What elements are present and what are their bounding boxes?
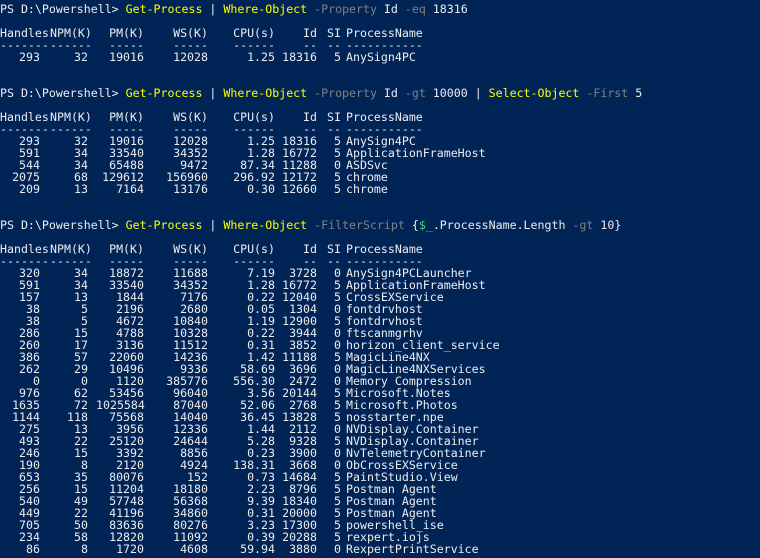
table-row-handles-cell: 293 bbox=[19, 50, 40, 64]
table-row-name-cell: RexpertPrintService bbox=[346, 542, 479, 556]
prompt: PS D:\Powershell> bbox=[0, 86, 126, 100]
table-row-pm-cell: 7164 bbox=[116, 182, 144, 196]
table-row: 86 8 1720 4608 59.94 3880 0 RexpertPrintService bbox=[0, 543, 760, 555]
table-row-cpu-cell: 1.25 bbox=[247, 50, 275, 64]
command-token-plain: { bbox=[404, 218, 419, 232]
table-row-cpu-cell: 0.30 bbox=[247, 182, 275, 196]
command-token-plain: Id bbox=[376, 86, 405, 100]
table-row-npm-cell: 32 bbox=[74, 50, 88, 64]
powershell-console[interactable]: PS D:\Powershell> Get-Process | Where-Ob… bbox=[0, 0, 760, 558]
command-token-cmd: Get-Process bbox=[125, 218, 203, 232]
prompt: PS D:\Powershell> bbox=[0, 2, 126, 16]
command-token-param: -gt bbox=[404, 86, 426, 100]
command-token-param: -Property bbox=[314, 86, 377, 100]
table-row-npm-cell: 8 bbox=[81, 542, 88, 556]
table-row: 209 13 7164 13176 0.30 12660 5 chrome bbox=[0, 183, 760, 195]
table-row-handles-cell: 209 bbox=[19, 182, 40, 196]
command-line[interactable]: PS D:\Powershell> Get-Process | Where-Ob… bbox=[0, 87, 760, 99]
command-token-plain: .ProcessName.Length bbox=[432, 218, 573, 232]
command-token-param: -Property bbox=[314, 2, 377, 16]
table-row-ws-cell: 13176 bbox=[173, 182, 208, 196]
table-row-id-cell: 12660 bbox=[282, 182, 317, 196]
command-token-cmd: Get-Process bbox=[125, 86, 203, 100]
command-token-cmd: Where-Object bbox=[223, 218, 308, 232]
table-row-name-cell: chrome bbox=[346, 182, 388, 196]
table-row-id-cell: 3880 bbox=[289, 542, 317, 556]
command-token-plain: Id bbox=[376, 2, 405, 16]
command-token-param: -FilterScript bbox=[314, 218, 405, 232]
command-line[interactable]: PS D:\Powershell> Get-Process | Where-Ob… bbox=[0, 219, 760, 231]
command-token-cmd: Select-Object bbox=[488, 86, 580, 100]
command-token-param: -eq bbox=[404, 2, 426, 16]
table-row-si-cell: 5 bbox=[334, 50, 341, 64]
command-token-plain: | bbox=[202, 86, 224, 100]
command-token-plain: 10000 | bbox=[425, 86, 489, 100]
table-row-pm-cell: 1720 bbox=[116, 542, 144, 556]
table-row-si-cell: 0 bbox=[334, 542, 341, 556]
command-token-cmd: Where-Object bbox=[223, 86, 308, 100]
table-row-name-cell: AnySign4PC bbox=[346, 50, 416, 64]
prompt: PS D:\Powershell> bbox=[0, 218, 126, 232]
table-row-npm-cell: 13 bbox=[74, 182, 88, 196]
table-row-cpu-cell: 59.94 bbox=[240, 542, 275, 556]
table-row-handles-cell: 86 bbox=[26, 542, 40, 556]
table-row-si-cell: 5 bbox=[334, 182, 341, 196]
command-token-plain: | bbox=[202, 2, 224, 16]
command-token-cmd: Get-Process bbox=[125, 2, 203, 16]
command-line[interactable]: PS D:\Powershell> Get-Process | Where-Ob… bbox=[0, 3, 760, 15]
command-token-plain: 5 bbox=[628, 86, 643, 100]
command-token-plain: 10} bbox=[593, 218, 622, 232]
table-row-id-cell: 18316 bbox=[282, 50, 317, 64]
table-row: 293 32 19016 12028 1.25 18316 5 AnySign4PC bbox=[0, 51, 760, 63]
command-token-param: -First bbox=[586, 86, 629, 100]
command-token-cmd: Where-Object bbox=[223, 2, 308, 16]
command-token-plain: | bbox=[202, 218, 224, 232]
table-row-ws-cell: 12028 bbox=[173, 50, 208, 64]
table-row-ws-cell: 4608 bbox=[180, 542, 208, 556]
command-token-param: -gt bbox=[572, 218, 594, 232]
command-token-var: $_ bbox=[418, 218, 433, 232]
table-row-pm-cell: 19016 bbox=[109, 50, 144, 64]
command-token-plain: 18316 bbox=[425, 2, 468, 16]
